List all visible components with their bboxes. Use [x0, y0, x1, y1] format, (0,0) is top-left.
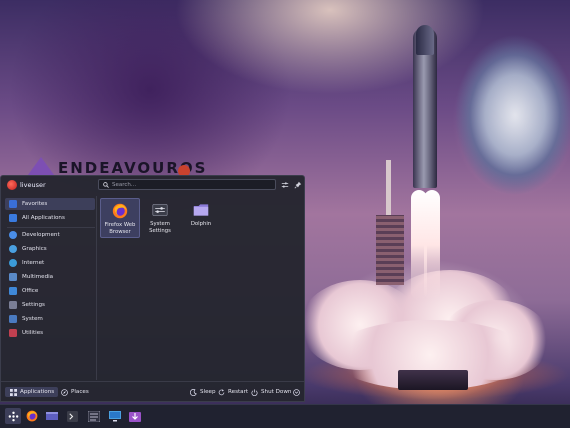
sidebar-item-system[interactable]: System: [5, 313, 95, 325]
sleep-label: Sleep: [200, 389, 216, 395]
power-icon: [250, 388, 258, 396]
utilities-icon: [9, 329, 17, 337]
launch-tower: [376, 215, 404, 285]
multimedia-icon: [9, 273, 17, 281]
username: liveuser: [20, 181, 46, 189]
sidebar-item-label: Multimedia: [22, 274, 54, 280]
application-launcher: liveuser Favorites All Applications Deve…: [0, 175, 305, 402]
graphics-icon: [9, 245, 17, 253]
sidebar-item-label: Graphics: [22, 246, 47, 252]
favorites-grid: Firefox Web Browser System Settings Dolp…: [98, 196, 304, 380]
sidebar-item-multimedia[interactable]: Multimedia: [5, 271, 95, 283]
sidebar-item-label: Favorites: [22, 201, 48, 207]
shutdown-label: Shut Down: [261, 389, 292, 395]
sidebar-item-internet[interactable]: Internet: [5, 257, 95, 269]
category-sidebar: Favorites All Applications Development G…: [3, 196, 97, 380]
app-firefox[interactable]: Firefox Web Browser: [100, 198, 140, 238]
configure-icon[interactable]: [280, 180, 290, 190]
launcher-header: liveuser: [1, 176, 304, 194]
app-dolphin[interactable]: Dolphin: [181, 198, 221, 238]
grid-icon: [9, 214, 17, 222]
sidebar-item-favorites[interactable]: Favorites: [5, 198, 95, 210]
more-options-icon: [292, 388, 300, 396]
installer-icon[interactable]: [127, 408, 143, 424]
sidebar-item-label: Internet: [22, 260, 45, 266]
pin-icon[interactable]: [293, 180, 303, 190]
tab-places[interactable]: Places: [60, 387, 89, 397]
restart-label: Restart: [228, 389, 249, 395]
launch-pad: [398, 370, 468, 390]
applications-icon: [9, 388, 17, 396]
app-system-settings[interactable]: System Settings: [140, 198, 180, 238]
sleep-button[interactable]: Sleep: [189, 387, 216, 397]
tab-places-label: Places: [71, 389, 89, 395]
office-icon: [9, 287, 17, 295]
search-input[interactable]: [112, 181, 262, 188]
compass-icon: [60, 388, 68, 396]
search-field[interactable]: [98, 179, 276, 190]
firefox-icon: [112, 203, 128, 219]
launch-tower-mast: [386, 160, 391, 220]
display-icon[interactable]: [107, 408, 123, 424]
folder-icon: [193, 204, 209, 216]
favorites-icon: [9, 200, 17, 208]
sidebar-item-label: System: [22, 316, 43, 322]
system-icon: [9, 315, 17, 323]
settings-icon: [9, 301, 17, 309]
search-icon: [103, 181, 109, 188]
avatar[interactable]: [7, 180, 17, 190]
sidebar-item-label: Development: [22, 232, 60, 238]
system-settings-icon: [152, 204, 168, 216]
system-monitor-icon[interactable]: [86, 408, 102, 424]
sidebar-item-graphics[interactable]: Graphics: [5, 243, 95, 255]
rocket-flame: [424, 190, 440, 300]
sidebar-item-settings[interactable]: Settings: [5, 299, 95, 311]
app-label: System Settings: [149, 221, 171, 234]
app-launcher-icon[interactable]: [5, 408, 21, 424]
rocket-nose: [416, 25, 434, 55]
shutdown-button[interactable]: Shut Down: [250, 387, 291, 397]
development-icon: [9, 231, 17, 239]
terminal-icon[interactable]: [64, 408, 80, 424]
leave-menu-button[interactable]: [292, 387, 303, 397]
restart-icon: [217, 388, 225, 396]
sidebar-item-all-applications[interactable]: All Applications: [5, 212, 95, 224]
tab-applications[interactable]: Applications: [5, 387, 59, 397]
firefox-icon[interactable]: [24, 408, 40, 424]
sleep-icon: [189, 388, 197, 396]
sidebar-item-label: Settings: [22, 302, 45, 308]
app-label: Dolphin: [190, 221, 212, 227]
restart-button[interactable]: Restart: [217, 387, 248, 397]
taskbar: [0, 404, 570, 428]
sidebar-item-label: Office: [22, 288, 39, 294]
sidebar-item-label: Utilities: [22, 330, 44, 336]
pager-icon[interactable]: [44, 408, 60, 424]
internet-icon: [9, 259, 17, 267]
sidebar-divider: [7, 227, 95, 228]
sidebar-item-utilities[interactable]: Utilities: [5, 327, 95, 339]
sidebar-item-label: All Applications: [22, 215, 65, 221]
sidebar-item-office[interactable]: Office: [5, 285, 95, 297]
app-label: Firefox Web Browser: [104, 222, 136, 235]
tab-applications-label: Applications: [20, 389, 55, 395]
sidebar-item-development[interactable]: Development: [5, 229, 95, 241]
launcher-footer: Applications Places Sleep Restart Shut D…: [1, 381, 304, 401]
